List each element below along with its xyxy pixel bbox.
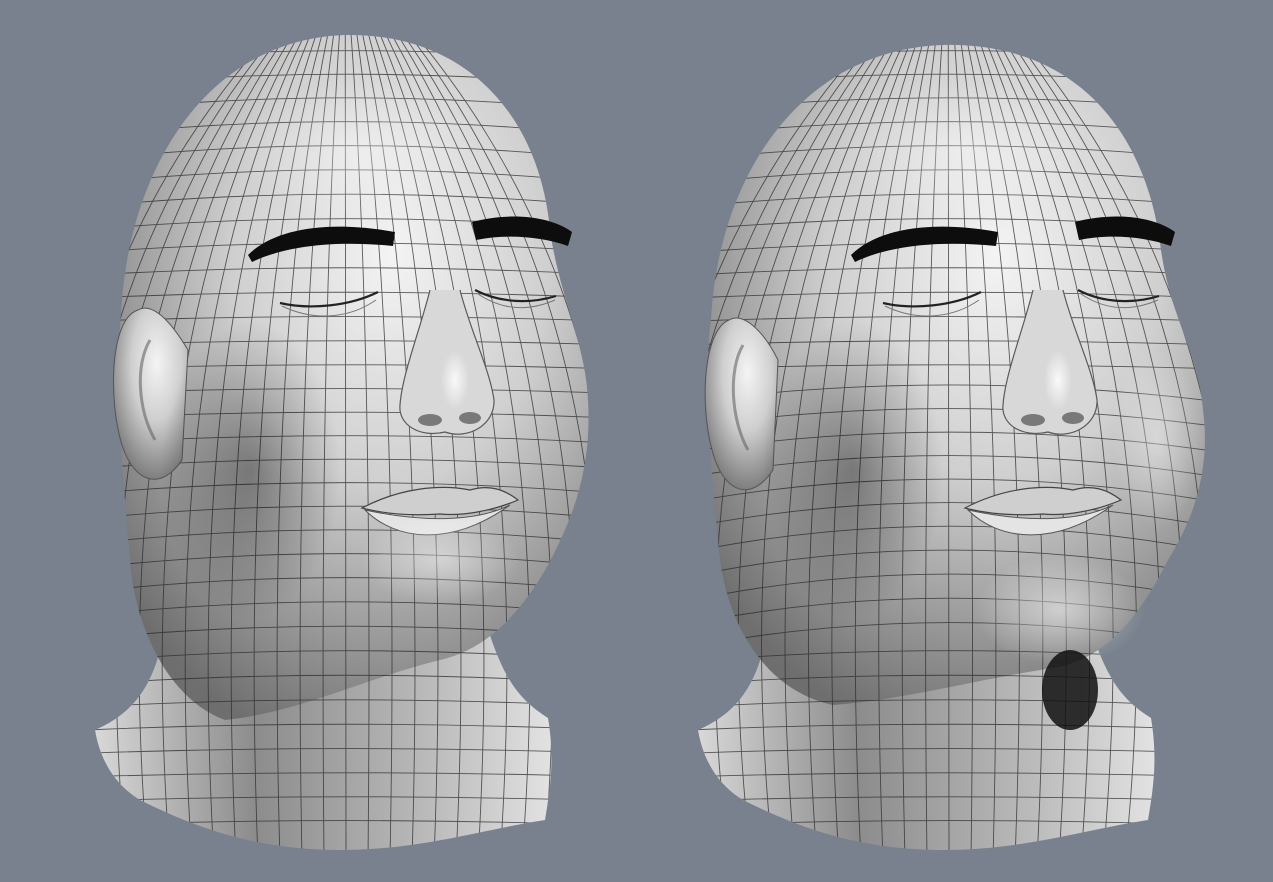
nostril bbox=[1062, 412, 1084, 424]
swollen-head-model bbox=[698, 44, 1205, 850]
nostril bbox=[1021, 414, 1045, 426]
nostril bbox=[418, 414, 442, 426]
nostril bbox=[459, 412, 481, 424]
nose-highlight bbox=[1044, 350, 1072, 410]
chin-highlight bbox=[360, 515, 520, 605]
nose-highlight bbox=[441, 350, 469, 410]
under-jaw-shadow bbox=[1042, 650, 1098, 730]
neutral-head-model bbox=[95, 34, 589, 850]
side-shadow bbox=[763, 320, 943, 620]
forehead-highlight bbox=[240, 80, 480, 220]
side-shadow bbox=[160, 320, 340, 620]
viewport bbox=[0, 0, 1273, 882]
forehead-highlight bbox=[843, 80, 1083, 220]
swollen-chin bbox=[975, 555, 1145, 665]
swollen-cheek-highlight bbox=[1113, 350, 1203, 530]
